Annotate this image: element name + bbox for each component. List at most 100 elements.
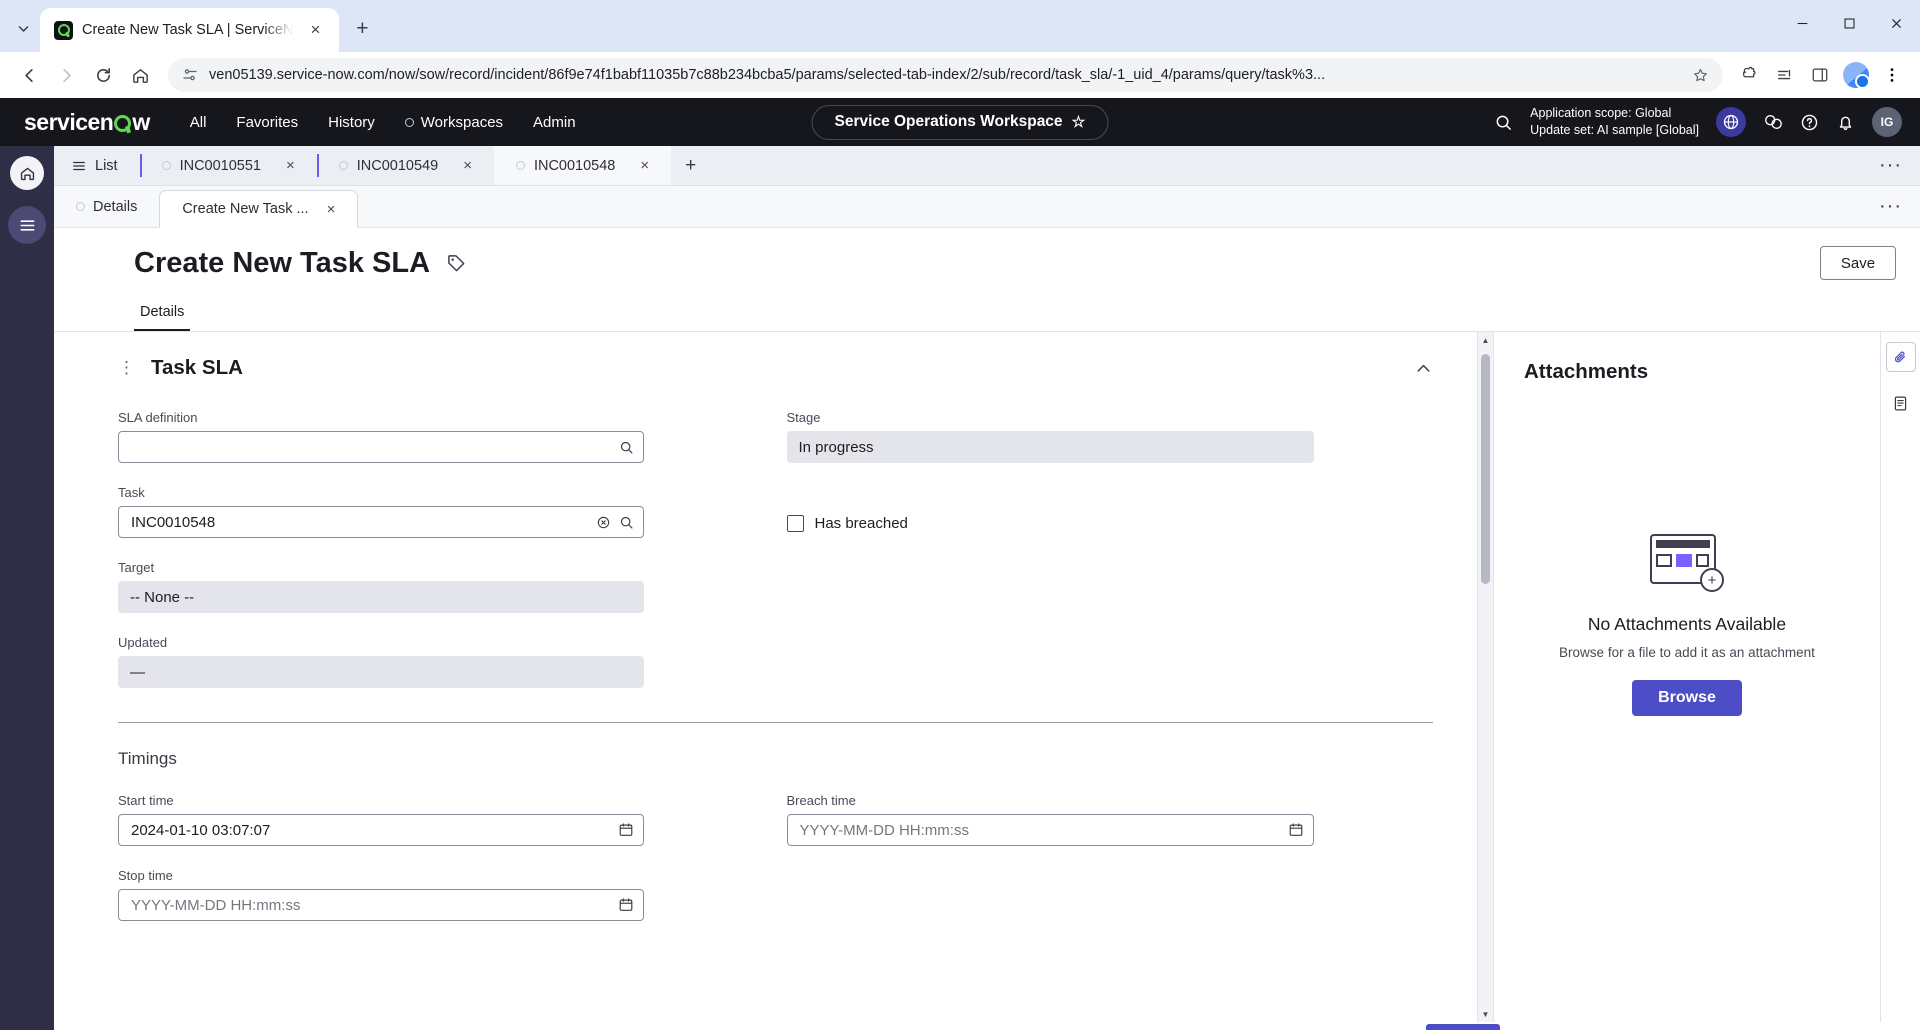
has-breached-checkbox-row[interactable]: Has breached (786, 515, 1434, 532)
tab-search-icon[interactable] (6, 11, 40, 45)
home-icon[interactable] (123, 58, 157, 92)
connect-icon[interactable] (1763, 112, 1783, 132)
form-scroll-area: ⋮ Task SLA SLA definition Stage In progr… (54, 332, 1493, 1022)
record-tabs-more-icon[interactable]: ··· (1861, 146, 1920, 185)
minimize-icon[interactable] (1779, 0, 1826, 46)
side-panel-icon[interactable] (1804, 59, 1836, 91)
close-icon[interactable]: × (640, 157, 649, 174)
nav-item-history[interactable]: History (328, 114, 375, 131)
main-column: List INC0010551 × INC0010549 × INC001054… (54, 146, 1920, 1030)
address-bar[interactable]: ven05139.service-now.com/now/sow/record/… (168, 58, 1723, 92)
servicenow-logo[interactable]: servicen w (24, 109, 150, 136)
bookmark-star-icon[interactable] (1692, 67, 1709, 84)
profile-avatar[interactable] (1843, 62, 1870, 89)
notes-icon[interactable] (1886, 388, 1916, 418)
chrome-menu-icon[interactable] (1876, 59, 1908, 91)
servicenow-app: servicen w All Favorites History Workspac… (0, 98, 1920, 1030)
scroll-up-icon[interactable]: ▲ (1478, 332, 1494, 348)
clear-icon[interactable] (596, 515, 611, 530)
record-tab-inc0010548[interactable]: INC0010548 × (493, 146, 672, 185)
search-icon[interactable] (1494, 113, 1513, 132)
search-icon[interactable] (619, 440, 634, 455)
maximize-icon[interactable] (1826, 0, 1873, 46)
record-icon (76, 202, 85, 211)
nav-label: History (328, 113, 375, 131)
field-label: Breach time (786, 793, 856, 808)
scroll-down-icon[interactable]: ▼ (1478, 1006, 1494, 1022)
calendar-icon[interactable] (618, 897, 634, 913)
record-tab-label: List (95, 157, 118, 174)
record-icon (161, 161, 171, 170)
close-window-icon[interactable] (1873, 0, 1920, 46)
form-scrollbar[interactable]: ▲ ▼ (1477, 332, 1493, 1022)
start-time-input[interactable]: 2024-01-10 03:07:07 (118, 814, 644, 846)
home-icon[interactable] (10, 156, 44, 190)
scrollbar-track[interactable] (1478, 348, 1493, 1006)
browse-button[interactable]: Browse (1632, 680, 1742, 716)
field-updated: Updated — (118, 635, 644, 688)
section-title: Task SLA (151, 356, 243, 379)
close-icon[interactable]: × (327, 201, 336, 218)
new-tab-button[interactable]: + (349, 16, 375, 42)
nav-item-favorites[interactable]: Favorites (236, 114, 298, 131)
close-icon[interactable]: × (302, 17, 328, 43)
back-icon[interactable] (12, 58, 46, 92)
browser-tab[interactable]: Create New Task SLA | ServiceN × (40, 8, 340, 52)
global-nav: All Favorites History Workspaces Admin (190, 114, 576, 131)
forward-icon[interactable] (49, 58, 83, 92)
save-button[interactable]: Save (1820, 246, 1896, 280)
tag-icon[interactable] (446, 253, 467, 274)
extensions-icon[interactable] (1734, 59, 1766, 91)
menu-icon[interactable] (8, 206, 46, 244)
attachment-icon[interactable] (1885, 342, 1916, 372)
close-icon[interactable]: × (286, 157, 295, 174)
bell-icon[interactable] (1836, 113, 1855, 132)
stop-time-input[interactable]: YYYY-MM-DD HH:mm:ss (118, 889, 644, 921)
globe-icon[interactable] (1716, 107, 1746, 137)
record-tab-inc0010549[interactable]: INC0010549 × (316, 146, 494, 185)
add-record-tab-button[interactable]: + (671, 146, 710, 185)
sub-tabs-more-icon[interactable]: ··· (1861, 186, 1920, 227)
record-tab-inc0010551[interactable]: INC0010551 × (139, 146, 317, 185)
search-icon[interactable] (619, 515, 634, 530)
chevron-up-icon[interactable] (1414, 359, 1433, 378)
close-icon[interactable]: × (463, 157, 472, 174)
avatar[interactable]: IG (1872, 107, 1902, 137)
field-value: 2024-01-10 03:07:07 (131, 821, 271, 839)
scope-info[interactable]: Application scope: Global Update set: AI… (1530, 105, 1699, 139)
sla-definition-input[interactable] (118, 431, 644, 463)
checkbox-label: Has breached (814, 515, 908, 532)
record-tab-list[interactable]: List (54, 146, 140, 185)
nav-item-workspaces[interactable]: Workspaces (404, 113, 504, 131)
scrollbar-thumb[interactable] (1481, 354, 1490, 584)
sub-tab-details[interactable]: Details (54, 186, 159, 227)
task-input[interactable]: INC0010548 (118, 506, 644, 538)
page-title: Create New Task SLA (134, 246, 431, 279)
breach-time-input[interactable]: YYYY-MM-DD HH:mm:ss (786, 814, 1314, 846)
workspace-selector[interactable]: Service Operations Workspace ☆ (811, 104, 1109, 140)
site-settings-icon[interactable] (182, 67, 198, 83)
status-chip[interactable] (1426, 1024, 1500, 1030)
reload-icon[interactable] (86, 58, 120, 92)
help-icon[interactable] (1800, 113, 1819, 132)
star-icon[interactable]: ☆ (1072, 113, 1086, 132)
calendar-icon[interactable] (1288, 822, 1304, 838)
field-value: INC0010548 (131, 513, 216, 531)
field-task: Task INC0010548 (118, 485, 644, 538)
nav-item-admin[interactable]: Admin (533, 114, 576, 131)
media-controls-icon[interactable] (1769, 59, 1801, 91)
sub-tab-create-new-task[interactable]: Create New Task ... × (159, 190, 359, 228)
field-label: Target (118, 560, 155, 575)
calendar-icon[interactable] (618, 822, 634, 838)
nav-label: Workspaces (420, 113, 504, 131)
checkbox[interactable] (786, 515, 804, 532)
nav-item-all[interactable]: All (190, 114, 207, 131)
nav-label: Favorites (236, 113, 299, 131)
page-header: Create New Task SLA Save (54, 228, 1920, 294)
update-set: Update set: AI sample [Global] (1530, 123, 1699, 137)
updated-value: — (118, 656, 644, 688)
drag-handle-icon[interactable]: ⋮ (118, 359, 135, 376)
tab-details[interactable]: Details (134, 294, 191, 331)
